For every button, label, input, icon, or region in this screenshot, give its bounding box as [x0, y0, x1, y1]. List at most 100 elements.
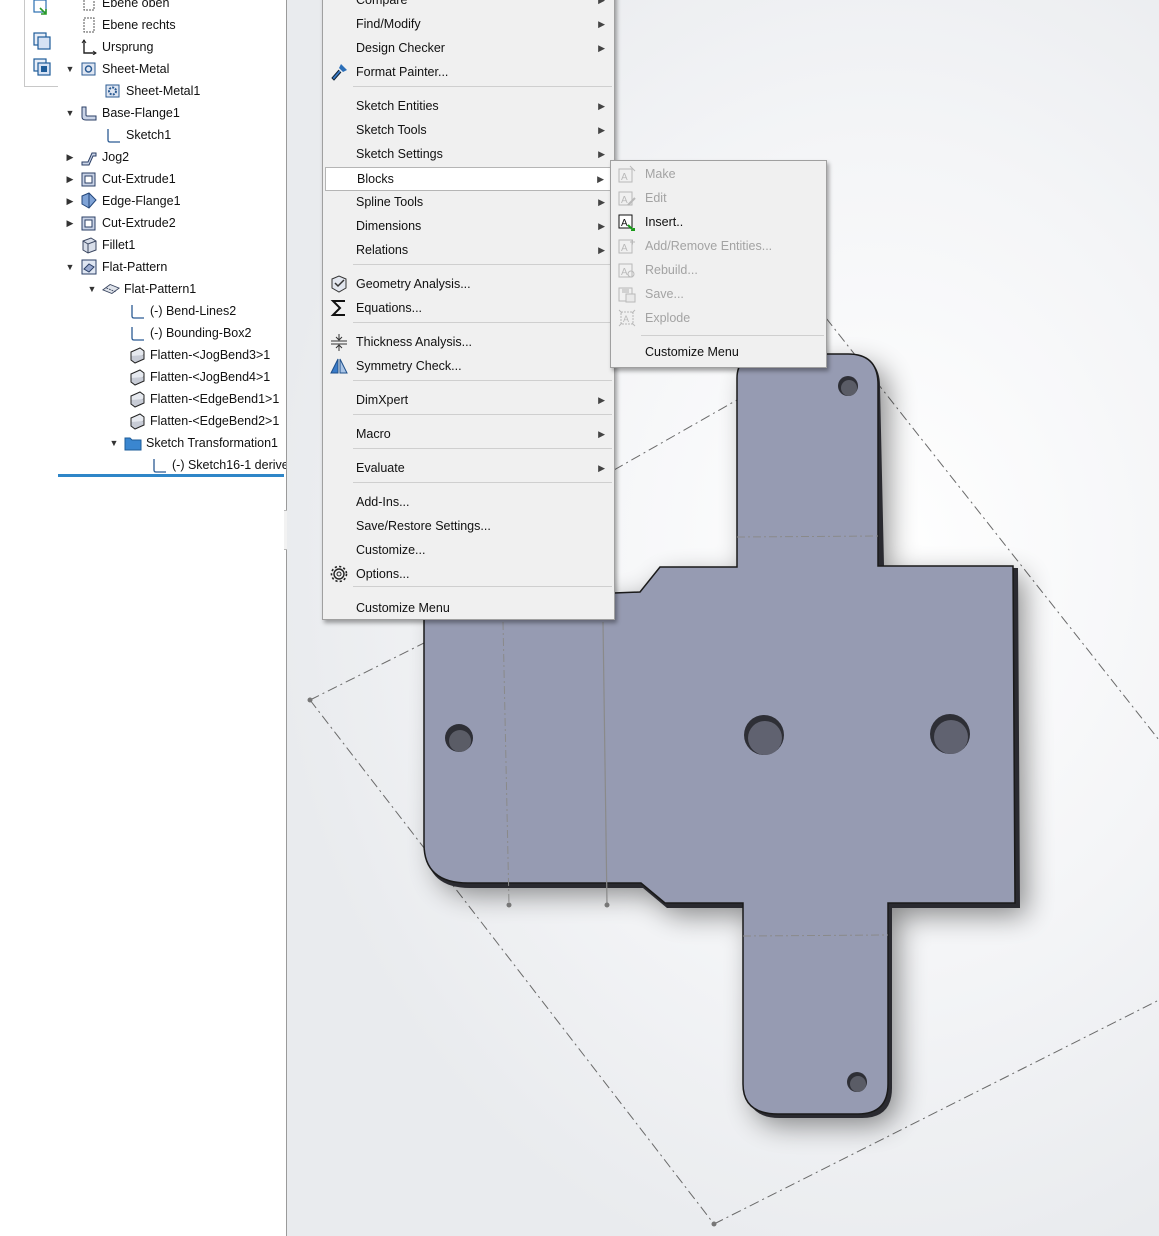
flat-pattern-icon	[102, 280, 120, 298]
tree-node[interactable]: ▼ Base-Flange1	[64, 102, 180, 124]
tree-node[interactable]: ▶ Edge-Flange1	[64, 190, 181, 212]
sheet-metal-icon	[80, 60, 98, 78]
collapse-arrow-icon[interactable]: ▶	[64, 218, 76, 229]
tree-node-label: Ebene oben	[102, 0, 170, 10]
collapse-arrow-icon[interactable]: ▶	[64, 152, 76, 163]
menu-item[interactable]: Macro ▶	[325, 423, 612, 445]
sketch-icon	[150, 456, 168, 474]
symmetry-check-icon	[329, 356, 349, 376]
menu-item[interactable]: Customize Menu	[325, 597, 612, 619]
tree-node-label: Ursprung	[102, 40, 154, 54]
flatten-bend-icon	[128, 412, 146, 430]
blocks-submenu: A Make A Edit A Insert.. A Add/Remove Entities.…	[610, 160, 827, 368]
tool-config-icon[interactable]	[31, 0, 53, 22]
jog-icon	[80, 148, 98, 166]
menu-item[interactable]: Design Checker ▶	[325, 37, 612, 59]
menu-item[interactable]: Blocks ▶	[325, 167, 612, 191]
menu-item[interactable]: Save/Restore Settings...	[325, 515, 612, 537]
tree-node[interactable]: ▶ Jog2	[64, 146, 129, 168]
submenu-item[interactable]: Customize Menu	[613, 341, 824, 363]
tools-menu: Compare ▶ Find/Modify ▶ Design Checker ▶ Forma…	[322, 0, 615, 620]
svg-text:A: A	[621, 172, 628, 183]
menu-item-label: Evaluate	[356, 461, 405, 475]
menu-item[interactable]: Add-Ins...	[325, 491, 612, 513]
gear-icon	[329, 564, 349, 584]
expand-arrow-icon[interactable]: ▼	[64, 262, 76, 272]
menu-item-label: Format Painter...	[356, 65, 449, 79]
submenu-arrow-icon: ▶	[598, 394, 605, 405]
menu-item[interactable]: Dimensions ▶	[325, 215, 612, 237]
tree-node[interactable]: Ebene rechts	[64, 14, 176, 36]
tree-node[interactable]: ▼ Sheet-Metal	[64, 58, 170, 80]
tree-node[interactable]: Flatten-<JogBend4>1	[112, 366, 270, 388]
tree-node-label: Sketch Transformation1	[146, 436, 279, 450]
expand-arrow-icon[interactable]: ▼	[86, 284, 98, 294]
thickness-analysis-icon	[329, 332, 349, 352]
menu-separator	[353, 264, 612, 265]
collapse-arrow-icon[interactable]: ▶	[64, 196, 76, 207]
tree-node[interactable]: Ursprung	[64, 36, 153, 58]
collapse-arrow-icon[interactable]: ▶	[64, 174, 76, 185]
menu-item[interactable]: Relations ▶	[325, 239, 612, 261]
menu-item[interactable]: DimXpert ▶	[325, 389, 612, 411]
expand-arrow-icon[interactable]: ▼	[108, 438, 120, 448]
menu-item[interactable]: Spline Tools ▶	[325, 191, 612, 213]
tree-node[interactable]: Flatten-<EdgeBend2>1	[112, 410, 279, 432]
menu-item[interactable]: Find/Modify ▶	[325, 13, 612, 35]
tree-node[interactable]: ▼ Sketch Transformation1	[108, 432, 278, 454]
menu-item[interactable]: Geometry Analysis...	[325, 273, 612, 295]
svg-text:A: A	[623, 314, 629, 324]
tree-node[interactable]: Ebene oben	[64, 0, 169, 14]
menu-item[interactable]: Compare ▶	[325, 0, 612, 11]
tree-node[interactable]: ▶ Cut-Extrude1	[64, 168, 176, 190]
menu-item[interactable]: Equations...	[325, 297, 612, 319]
menu-item[interactable]: Customize...	[325, 539, 612, 561]
expand-arrow-icon[interactable]: ▼	[64, 64, 76, 74]
tree-node[interactable]: (-) Bend-Lines2	[112, 300, 236, 322]
tree-node[interactable]: (-) Sketch16-1 derive	[134, 454, 286, 476]
menu-item-label: Save/Restore Settings...	[356, 519, 491, 533]
menu-item[interactable]: Symmetry Check...	[325, 355, 612, 377]
block-icon: A	[617, 308, 637, 328]
tree-node-label: Flatten-<EdgeBend2>1	[150, 414, 280, 428]
cut-extrude-icon	[80, 214, 98, 232]
submenu-item[interactable]: A Insert..	[613, 211, 824, 233]
menu-item[interactable]: Sketch Entities ▶	[325, 95, 612, 117]
tree-node[interactable]: ▶ Cut-Extrude2	[64, 212, 176, 234]
menu-item[interactable]: Format Painter...	[325, 61, 612, 83]
tool-display-manager-icon[interactable]	[31, 30, 53, 52]
menu-item[interactable]: Sketch Settings ▶	[325, 143, 612, 165]
expand-arrow-icon[interactable]: ▼	[64, 108, 76, 118]
menu-item-label: Blocks	[357, 172, 394, 186]
menu-item-label: Macro	[356, 427, 391, 441]
tree-node[interactable]: Flatten-<JogBend3>1	[112, 344, 270, 366]
menu-item[interactable]: Options...	[325, 563, 612, 585]
menu-item-label: Relations	[356, 243, 409, 257]
submenu-item-label: Explode	[645, 311, 691, 325]
menu-item[interactable]: Sketch Tools ▶	[325, 119, 612, 141]
tree-node[interactable]: Sketch1	[88, 124, 171, 146]
sheet-metal-gear-icon	[104, 82, 122, 100]
edge-flange-icon	[80, 192, 98, 210]
block-icon: A	[617, 212, 637, 232]
tree-node[interactable]: ▼ Flat-Pattern	[64, 256, 167, 278]
svg-text:A: A	[621, 195, 628, 206]
menu-item-label: Add-Ins...	[356, 495, 410, 509]
plane-icon	[80, 16, 98, 34]
menu-item-label: DimXpert	[356, 393, 409, 407]
tree-node[interactable]: Flatten-<EdgeBend1>1	[112, 388, 279, 410]
tree-node[interactable]: Fillet1	[64, 234, 135, 256]
rollback-bar[interactable]	[58, 474, 284, 477]
tree-node[interactable]: (-) Bounding-Box2	[112, 322, 251, 344]
plane-icon	[80, 0, 98, 12]
sigma-icon	[329, 298, 349, 318]
tool-dimxpert-icon[interactable]	[31, 56, 53, 78]
tree-node[interactable]: Sheet-Metal1	[88, 80, 200, 102]
tree-node[interactable]: ▼ Flat-Pattern1	[86, 278, 197, 300]
folder-icon	[124, 434, 142, 452]
tree-node-label: (-) Bounding-Box2	[150, 326, 252, 340]
menu-item[interactable]: Thickness Analysis...	[325, 331, 612, 353]
menu-item[interactable]: Evaluate ▶	[325, 457, 612, 479]
submenu-arrow-icon: ▶	[598, 100, 605, 111]
submenu-item: Save...	[613, 283, 824, 305]
